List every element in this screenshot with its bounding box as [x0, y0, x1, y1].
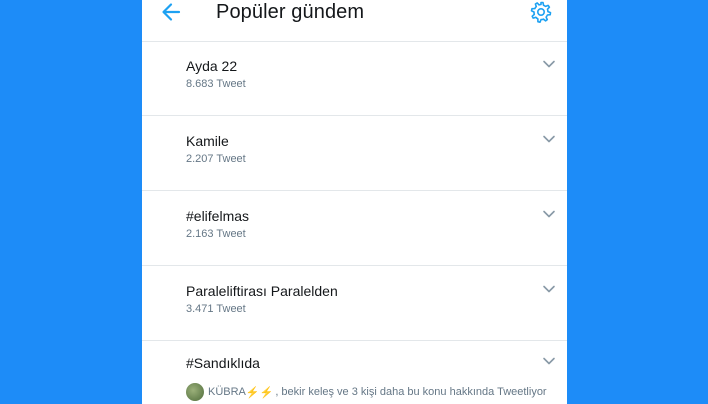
avatar: [186, 383, 204, 401]
chevron-down-icon[interactable]: [542, 356, 556, 366]
tweet-count: 2.207 Tweet: [186, 153, 246, 165]
tweeting-text: , bekir keleş ve 3 kişi daha bu konu hak…: [275, 386, 547, 398]
tweet-count: 2.163 Tweet: [186, 228, 246, 240]
settings-button[interactable]: [529, 0, 553, 24]
chevron-down-icon[interactable]: [542, 209, 556, 219]
tweet-count: 3.471 Tweet: [186, 303, 246, 315]
trend-title: Ayda 22: [186, 58, 238, 74]
trend-title: Kamile: [186, 133, 229, 149]
tweeting-users: KÜBRA ⚡⚡ , bekir keleş ve 3 kişi daha bu…: [186, 383, 547, 401]
trend-item[interactable]: #elifelmas 2.163 Tweet: [142, 191, 567, 266]
page-title: Popüler gündem: [216, 1, 365, 23]
chevron-down-icon[interactable]: [542, 284, 556, 294]
trend-list: Ayda 22 8.683 Tweet Kamile 2.207 Tweet #…: [142, 41, 567, 404]
chevron-down-icon[interactable]: [542, 134, 556, 144]
lightning-emoji: ⚡⚡: [245, 386, 274, 399]
trend-title: #elifelmas: [186, 208, 250, 224]
chevron-down-icon[interactable]: [542, 59, 556, 69]
trend-title: Paraleliftirası Paralelden: [186, 283, 338, 299]
top-bar: Popüler gündem: [142, 0, 567, 42]
gear-icon: [530, 1, 552, 23]
trends-screen: Popüler gündem Ayda 22 8.683 Tweet Kamil…: [142, 0, 567, 404]
trend-item[interactable]: Paraleliftirası Paralelden 3.471 Tweet: [142, 266, 567, 341]
back-button[interactable]: [160, 0, 182, 24]
trend-item[interactable]: Ayda 22 8.683 Tweet: [142, 41, 567, 116]
tweet-count: 8.683 Tweet: [186, 78, 246, 90]
tweeting-user-name: KÜBRA: [208, 386, 246, 398]
arrow-left-icon: [162, 3, 181, 21]
trend-item[interactable]: Kamile 2.207 Tweet: [142, 116, 567, 191]
trend-item[interactable]: #Sandıklıda KÜBRA ⚡⚡ , bekir keleş ve 3 …: [142, 341, 567, 404]
trend-title: #Sandıklıda: [186, 355, 260, 371]
